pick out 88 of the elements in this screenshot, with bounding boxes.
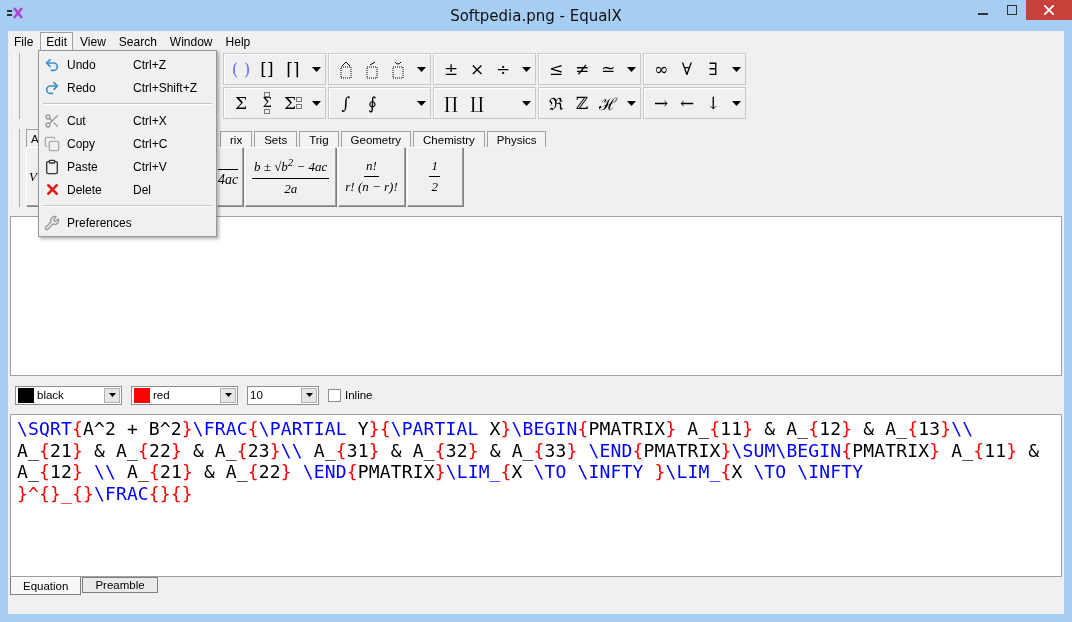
- category-tab[interactable]: Geometry: [340, 131, 412, 147]
- template-button[interactable]: n! r! (n − r)!: [338, 147, 405, 206]
- code-line: A_{12} \\ A_{21} & A_{22} \END{PMATRIX}\LIM_{X \TO \INFTY }\LIM_{X \TO \INFTY: [17, 461, 865, 483]
- symbol-button[interactable]: ↓: [700, 90, 726, 116]
- caret-icon[interactable]: [627, 100, 636, 106]
- template-button[interactable]: 4ac: [217, 147, 243, 206]
- placeholder-box-icon: [264, 109, 270, 114]
- symbol-button[interactable]: ∞: [648, 56, 674, 82]
- category-tab[interactable]: Trig: [299, 131, 339, 147]
- menu-entry[interactable]: Paste Ctrl+V: [39, 155, 216, 178]
- acute-box-icon: [364, 59, 380, 79]
- inline-checkbox[interactable]: [328, 388, 341, 402]
- symbol-button[interactable]: ←: [674, 90, 700, 116]
- color-dropdown[interactable]: black: [15, 385, 122, 405]
- category-tab[interactable]: Physics: [486, 131, 547, 147]
- placeholder-boxes-icon: [296, 97, 302, 109]
- caret-icon: [108, 393, 116, 397]
- symbol-button[interactable]: ℤ: [569, 90, 595, 116]
- caret-icon[interactable]: [417, 100, 426, 106]
- editor-tab[interactable]: Preamble: [82, 577, 158, 593]
- undo-icon: [44, 56, 60, 73]
- caret-icon[interactable]: [522, 100, 531, 106]
- maximize-icon: [1006, 5, 1017, 15]
- wrench-icon: [44, 214, 60, 231]
- color-dropdown[interactable]: red: [131, 385, 238, 405]
- caret-icon[interactable]: [312, 66, 321, 72]
- checkbox-label: Inline: [345, 389, 373, 401]
- menu-item[interactable]: View: [74, 31, 112, 51]
- symbol-button[interactable]: ⌈⌉: [280, 56, 306, 82]
- menu-item[interactable]: Help: [219, 31, 257, 51]
- category-tab[interactable]: rix: [220, 131, 253, 147]
- menu-entry[interactable]: Undo Ctrl+Z: [39, 53, 216, 76]
- close-icon: [1044, 5, 1054, 15]
- redo-icon: [44, 79, 60, 96]
- caret-icon: [305, 393, 313, 397]
- symbol-button[interactable]: ≠: [569, 56, 595, 82]
- symbol-button[interactable]: ∮: [359, 90, 385, 116]
- menu-item[interactable]: Search: [112, 31, 163, 51]
- symbol-button[interactable]: ÷: [490, 56, 516, 82]
- minimize-icon: [977, 13, 988, 15]
- symbol-button[interactable]: ±: [438, 56, 464, 82]
- code-line: \SQRT{A^2 + B^2}\FRAC{\PARTIAL Y}{\PARTIAL X}\BEGIN{PMATRIX} A_{11} & A_{12} & A_{13}\\: [17, 418, 975, 440]
- template-button[interactable]: b ± √b$^{2}$ − 4ac 2a: [245, 147, 337, 206]
- caret-icon[interactable]: [732, 66, 741, 72]
- caret-icon: [224, 393, 232, 397]
- placeholder-box-icon: [264, 92, 270, 97]
- caret-icon[interactable]: [522, 66, 531, 72]
- caret-icon[interactable]: [732, 100, 741, 106]
- symbol-button[interactable]: Σ: [228, 90, 254, 116]
- symbol-button[interactable]: ℜ: [543, 90, 569, 116]
- symbol-button[interactable]: ∃: [700, 56, 726, 82]
- symbol-button[interactable]: ( ): [228, 56, 254, 82]
- close-button[interactable]: [1026, 0, 1072, 20]
- caret-icon[interactable]: [312, 100, 321, 106]
- menu-item[interactable]: Edit: [40, 31, 74, 51]
- sum-limits-button[interactable]: Σ: [254, 90, 280, 116]
- symbol-button[interactable]: ℋ: [595, 90, 621, 116]
- symbol-button[interactable]: ×: [464, 56, 490, 82]
- menu-item[interactable]: File: [8, 31, 40, 51]
- hat-box-icon: [338, 59, 354, 79]
- editor-tab[interactable]: Equation: [10, 577, 82, 595]
- caret-icon[interactable]: [417, 66, 426, 72]
- window-title: Softpedia.png - EqualX: [449, 7, 623, 25]
- copy-icon: [44, 135, 60, 152]
- menu-item[interactable]: Window: [163, 31, 219, 51]
- code-line: }^{}_{}\FRAC{}{}: [17, 482, 194, 504]
- symbol-button[interactable]: []: [254, 56, 280, 82]
- template-button[interactable]: 1 2: [406, 147, 463, 206]
- category-tab[interactable]: Sets: [254, 131, 298, 147]
- menu-entry[interactable]: Redo Ctrl+Shift+Z: [39, 76, 216, 99]
- symbol-button[interactable]: ≤: [543, 56, 569, 82]
- caret-icon[interactable]: [627, 66, 636, 72]
- scissors-icon: [44, 112, 60, 129]
- symbol-button[interactable]: ∐: [464, 90, 490, 116]
- menu-entry[interactable]: Delete Del: [39, 178, 216, 201]
- size-dropdown[interactable]: 10: [247, 385, 319, 405]
- symbol-button[interactable]: ∫: [333, 90, 359, 116]
- code-line: A_{21} & A_{22} & A_{23}\\ A_{31} & A_{32} & A_{33} \END{PMATRIX}\SUM\BEGIN{PMATRIX} A_{11} &: [17, 439, 1041, 461]
- code-editor[interactable]: [10, 414, 1062, 577]
- app-icon: [6, 6, 24, 20]
- symbol-button[interactable]: →: [648, 90, 674, 116]
- symbol-button[interactable]: ∏: [438, 90, 464, 116]
- symbol-button[interactable]: ∀: [674, 56, 700, 82]
- symbol-button[interactable]: ≃: [595, 56, 621, 82]
- category-tab[interactable]: Chemistry: [413, 131, 485, 147]
- breve-box-icon: [390, 59, 406, 79]
- clipboard-icon: [44, 158, 60, 175]
- sum-boxes-button[interactable]: Σ: [280, 90, 306, 116]
